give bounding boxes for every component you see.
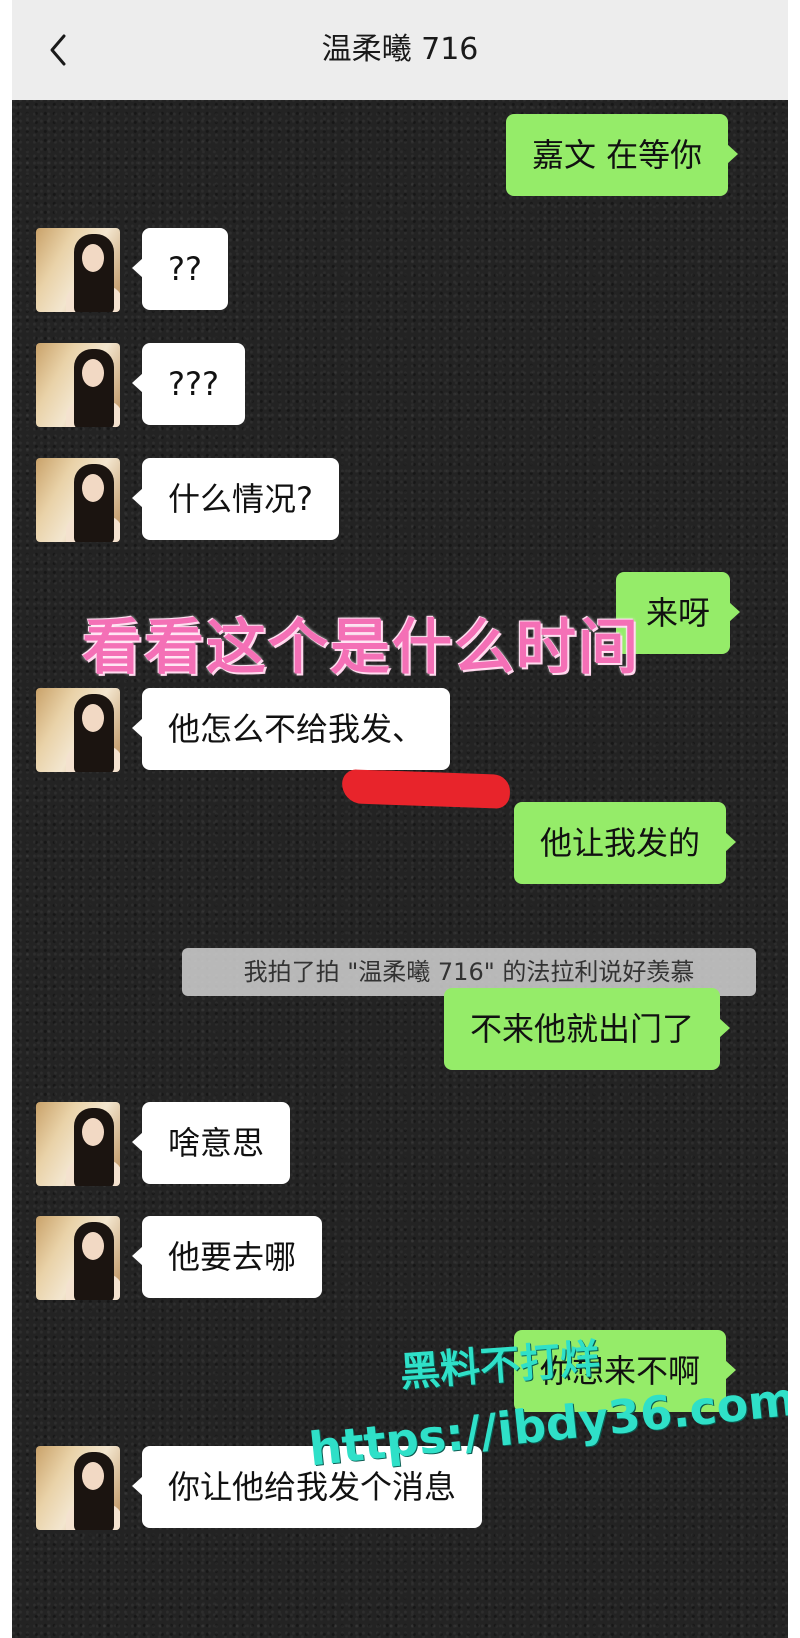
contact-avatar[interactable]: [36, 1446, 120, 1530]
contact-avatar[interactable]: [36, 1216, 120, 1300]
message-bubble-incoming[interactable]: ???: [132, 343, 245, 425]
contact-avatar[interactable]: [36, 688, 120, 772]
message-bubble-incoming[interactable]: 他要去哪: [131, 1216, 323, 1298]
contact-avatar[interactable]: [36, 1102, 120, 1186]
chat-screen: 温柔曦 716 嘉文 在等你 ?? ??? 什么情况? 来呀 他怎么不给我发、 …: [12, 0, 788, 1638]
contact-avatar[interactable]: [36, 343, 120, 427]
message-bubble-outgoing[interactable]: 嘉文 在等你: [506, 114, 739, 196]
message-bubble-incoming[interactable]: 什么情况?: [132, 458, 339, 540]
message-bubble-incoming[interactable]: 他怎么不给我发、: [131, 688, 451, 770]
contact-avatar[interactable]: [36, 458, 120, 542]
chat-title: 温柔曦 716: [321, 32, 479, 67]
message-bubble-incoming[interactable]: ??: [132, 228, 228, 310]
contact-avatar[interactable]: [36, 228, 120, 312]
redaction-mark: [341, 769, 511, 809]
message-bubble-outgoing[interactable]: 他让我发的: [514, 802, 737, 884]
chat-header: 温柔曦 716: [12, 0, 788, 100]
overlay-caption: 看看这个是什么时间: [82, 613, 640, 683]
message-bubble-incoming[interactable]: 啥意思: [131, 1102, 291, 1184]
message-bubble-outgoing[interactable]: 不来他就出门了: [444, 988, 731, 1070]
